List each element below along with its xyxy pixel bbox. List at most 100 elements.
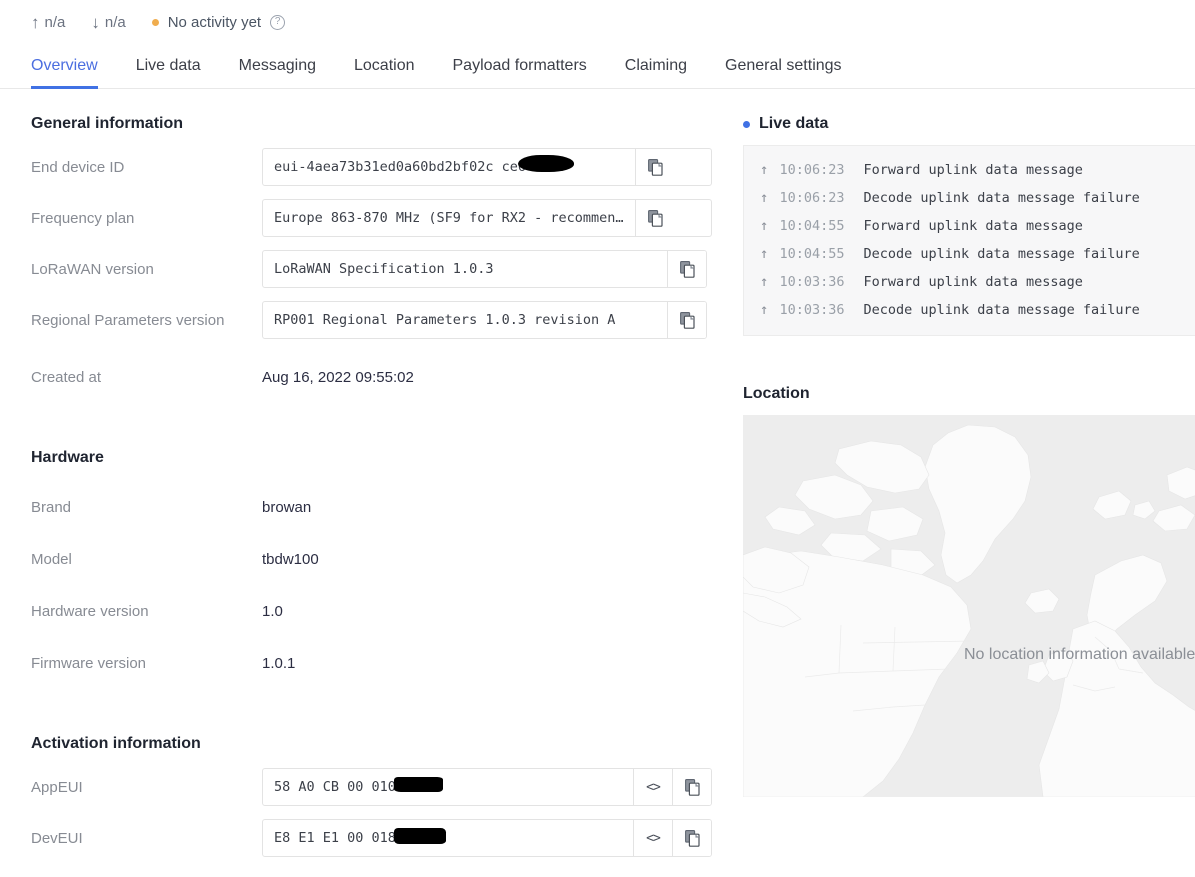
copy-button-dev-eui[interactable] bbox=[672, 820, 711, 856]
model-label: Model bbox=[31, 550, 72, 568]
dev-eui-value-wrap: E8 E1 E1 00 01 85 bbox=[263, 820, 633, 856]
uplink-value: n/a bbox=[44, 14, 66, 31]
device-status-bar: ↑ n/a ↓ n/a No activity yet ? bbox=[0, 0, 1195, 41]
location-empty-message: No location information available bbox=[964, 646, 1195, 663]
live-data-message: Forward uplink data message bbox=[863, 162, 1083, 178]
hardware-version-label: Hardware version bbox=[31, 602, 149, 620]
dev-eui-prefix: E8 E1 E1 00 01 bbox=[274, 830, 388, 846]
live-data-message: Decode uplink data message failure bbox=[863, 302, 1140, 318]
lorawan-version-label: LoRaWAN version bbox=[31, 260, 154, 278]
copy-icon bbox=[647, 209, 663, 227]
firmware-version-value: 1.0.1 bbox=[262, 654, 296, 672]
toggle-format-button-dev-eui[interactable]: <> bbox=[633, 820, 672, 856]
copy-button-regional-parameters-version[interactable] bbox=[667, 302, 706, 338]
arrow-down-icon: ↓ bbox=[91, 13, 100, 32]
uplink-count: ↑ n/a bbox=[31, 14, 65, 31]
copy-icon bbox=[679, 260, 695, 278]
created-at-value: Aug 16, 2022 09:55:02 bbox=[262, 368, 414, 386]
brand-label: Brand bbox=[31, 498, 72, 516]
copy-button-lorawan-version[interactable] bbox=[667, 251, 706, 287]
regional-parameters-version-value: RP001 Regional Parameters 1.0.3 revision… bbox=[274, 312, 616, 328]
overview-left-column: General information End device ID eui-4a… bbox=[0, 89, 735, 877]
activity-status: No activity yet ? bbox=[151, 14, 286, 31]
copy-icon bbox=[684, 829, 700, 847]
overview-right-column: Live data ↑ 10:06:23 Forward uplink data… bbox=[735, 89, 1195, 877]
downlink-value: n/a bbox=[104, 14, 126, 31]
hardware-version-value: 1.0 bbox=[262, 602, 283, 620]
app-eui-field: 58 A0 CB 00 01 00 <> bbox=[262, 768, 712, 806]
live-data-panel-header[interactable]: Live data bbox=[743, 115, 1195, 133]
location-map[interactable]: No location information available bbox=[743, 415, 1195, 797]
live-data-message: Forward uplink data message bbox=[863, 274, 1083, 290]
copy-button-frequency-plan[interactable] bbox=[635, 200, 674, 236]
arrow-up-icon: ↑ bbox=[760, 274, 769, 290]
world-map-graphic bbox=[743, 424, 1195, 797]
end-device-id-field: eui-4aea73b31ed0a60bd2bf02c ce6 bbox=[262, 148, 712, 186]
arrow-up-icon: ↑ bbox=[760, 190, 769, 206]
copy-icon bbox=[679, 311, 695, 329]
field-row-frequency-plan: Frequency plan Europe 863-870 MHz (SF9 f… bbox=[31, 198, 735, 238]
live-data-time: 10:06:23 bbox=[779, 162, 845, 178]
live-data-row[interactable]: ↑ 10:06:23 Decode uplink data message fa… bbox=[744, 184, 1195, 212]
live-data-row[interactable]: ↑ 10:06:23 Forward uplink data message bbox=[744, 156, 1195, 184]
general-information-title: General information bbox=[31, 115, 184, 132]
field-row-app-eui: AppEUI 58 A0 CB 00 01 00 <> bbox=[31, 767, 735, 807]
field-row-end-device-id: End device ID eui-4aea73b31ed0a60bd2bf02… bbox=[31, 147, 735, 187]
frequency-plan-value-wrap: Europe 863-870 MHz (SF9 for RX2 - recomm… bbox=[263, 200, 635, 236]
hardware-title: Hardware bbox=[31, 449, 104, 466]
live-data-row[interactable]: ↑ 10:03:36 Decode uplink data message fa… bbox=[744, 296, 1195, 324]
field-row-created-at: Created at Aug 16, 2022 09:55:02 bbox=[31, 351, 735, 403]
live-data-panel[interactable]: ↑ 10:06:23 Forward uplink data message ↑… bbox=[743, 145, 1195, 336]
toggle-format-button-app-eui[interactable]: <> bbox=[633, 769, 672, 805]
lorawan-version-field: LoRaWAN Specification 1.0.3 bbox=[262, 250, 707, 288]
location-title: Location bbox=[743, 385, 810, 402]
live-data-title: Live data bbox=[759, 115, 829, 132]
end-device-id-value: eui-4aea73b31ed0a60bd2bf02c ce6 bbox=[274, 159, 526, 175]
tab-claiming[interactable]: Claiming bbox=[606, 57, 706, 88]
lorawan-version-value-wrap: LoRaWAN Specification 1.0.3 bbox=[263, 251, 667, 287]
live-data-time: 10:04:55 bbox=[779, 246, 845, 262]
app-eui-label: AppEUI bbox=[31, 778, 83, 796]
arrow-up-icon: ↑ bbox=[760, 218, 769, 234]
copy-icon bbox=[647, 158, 663, 176]
tab-live-data[interactable]: Live data bbox=[117, 57, 220, 88]
firmware-version-label: Firmware version bbox=[31, 654, 147, 672]
redaction-mark bbox=[394, 828, 446, 844]
lorawan-version-value: LoRaWAN Specification 1.0.3 bbox=[274, 261, 494, 277]
redaction-mark bbox=[518, 155, 574, 172]
dev-eui-label: DevEUI bbox=[31, 829, 83, 847]
end-device-id-value-wrap: eui-4aea73b31ed0a60bd2bf02c ce6 bbox=[263, 149, 635, 185]
arrow-up-icon: ↑ bbox=[31, 13, 40, 32]
model-value: tbdw100 bbox=[262, 550, 319, 568]
end-device-id-label: End device ID bbox=[31, 158, 125, 176]
live-data-row[interactable]: ↑ 10:04:55 Decode uplink data message fa… bbox=[744, 240, 1195, 268]
brand-value: browan bbox=[262, 498, 312, 516]
tab-general-settings[interactable]: General settings bbox=[706, 57, 861, 88]
regional-parameters-version-value-wrap: RP001 Regional Parameters 1.0.3 revision… bbox=[263, 302, 667, 338]
tab-payload-formatters[interactable]: Payload formatters bbox=[434, 57, 606, 88]
field-row-firmware-version: Firmware version 1.0.1 bbox=[31, 637, 735, 689]
tab-messaging[interactable]: Messaging bbox=[220, 57, 335, 88]
regional-parameters-version-field: RP001 Regional Parameters 1.0.3 revision… bbox=[262, 301, 707, 339]
field-row-regional-parameters-version: Regional Parameters version RP001 Region… bbox=[31, 300, 735, 340]
app-eui-prefix: 58 A0 CB 00 01 bbox=[274, 779, 388, 795]
redaction-mark bbox=[394, 777, 443, 792]
dev-eui-field: E8 E1 E1 00 01 85 <> bbox=[262, 819, 712, 857]
tab-location[interactable]: Location bbox=[335, 57, 434, 88]
help-circle-icon[interactable]: ? bbox=[270, 15, 286, 30]
copy-button-app-eui[interactable] bbox=[672, 769, 711, 805]
live-data-dot-icon bbox=[743, 120, 750, 128]
field-row-model: Model tbdw100 bbox=[31, 533, 735, 585]
live-data-row[interactable]: ↑ 10:04:55 Forward uplink data message bbox=[744, 212, 1195, 240]
field-row-dev-eui: DevEUI E8 E1 E1 00 01 85 <> bbox=[31, 818, 735, 858]
activity-status-label: No activity yet bbox=[167, 14, 262, 31]
frequency-plan-value: Europe 863-870 MHz (SF9 for RX2 - recomm… bbox=[274, 210, 624, 226]
live-data-message: Decode uplink data message failure bbox=[863, 246, 1140, 262]
frequency-plan-field: Europe 863-870 MHz (SF9 for RX2 - recomm… bbox=[262, 199, 712, 237]
live-data-row[interactable]: ↑ 10:03:36 Forward uplink data message bbox=[744, 268, 1195, 296]
tab-overview[interactable]: Overview bbox=[31, 57, 117, 89]
copy-button-end-device-id[interactable] bbox=[635, 149, 674, 185]
app-eui-value-wrap: 58 A0 CB 00 01 00 bbox=[263, 769, 633, 805]
activation-information-title: Activation information bbox=[31, 735, 201, 752]
created-at-label: Created at bbox=[31, 368, 102, 386]
